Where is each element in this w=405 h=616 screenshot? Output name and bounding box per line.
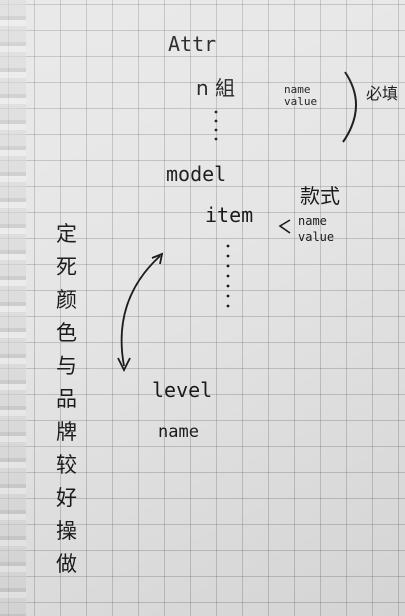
hand-drawn-marks	[117, 71, 357, 373]
dotted-line-1	[214, 110, 218, 141]
dotted-line-2	[226, 244, 230, 308]
bracket-mark	[342, 71, 357, 143]
curved-arrow	[120, 255, 161, 367]
chevron-mark	[278, 219, 291, 234]
